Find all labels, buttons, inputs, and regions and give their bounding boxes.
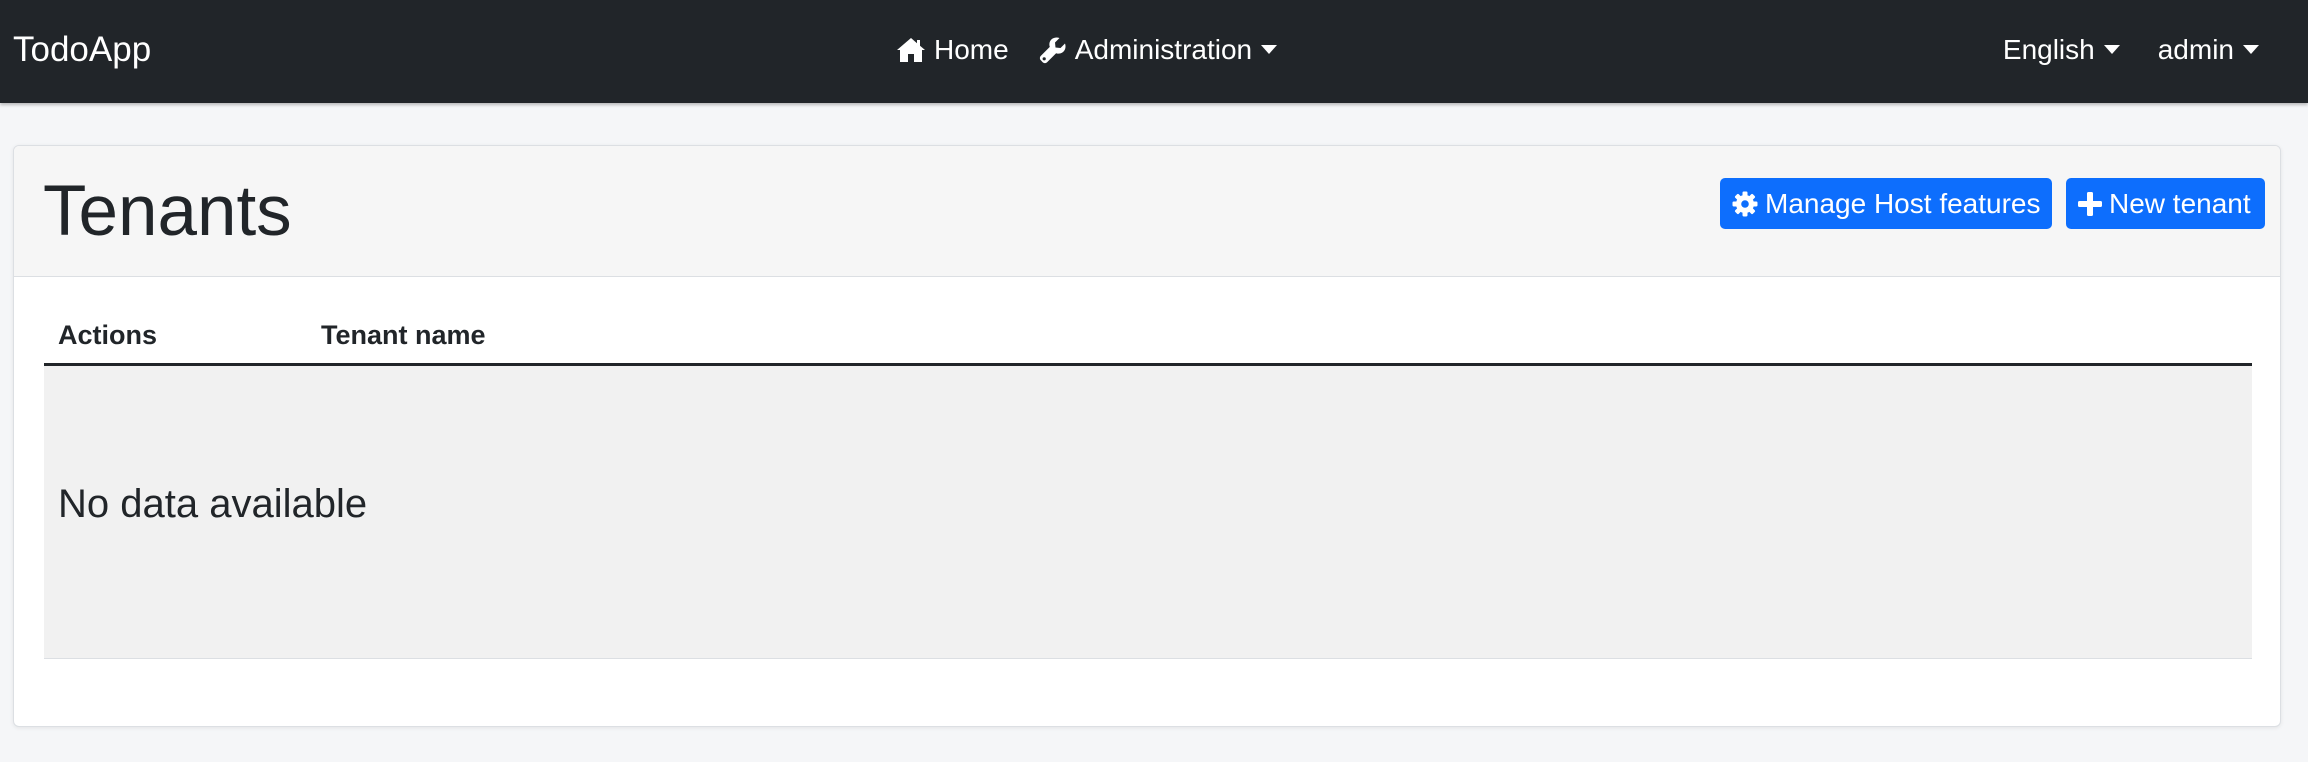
- gear-icon: [1732, 191, 1758, 217]
- manage-host-features-label: Manage Host features: [1765, 187, 2041, 219]
- nav-administration-label: Administration: [1074, 34, 1253, 65]
- chevron-down-icon: [1261, 44, 1278, 54]
- new-tenant-button[interactable]: New tenant: [2066, 178, 2265, 229]
- chevron-down-icon: [2103, 44, 2120, 54]
- nav-home-link[interactable]: Home: [896, 34, 1009, 66]
- user-label: admin: [2157, 34, 2234, 65]
- empty-table-row: No data available: [44, 366, 2252, 659]
- tenants-card: Tenants Manage Host features New tenant …: [13, 145, 2281, 727]
- empty-message: No data available: [58, 482, 368, 526]
- user-menu-dropdown[interactable]: admin: [2158, 34, 2259, 66]
- plus-icon: [2078, 191, 2102, 216]
- wrench-icon: [1039, 36, 1067, 64]
- user-nav: English admin: [2003, 0, 2259, 100]
- language-label: English: [2002, 34, 2095, 65]
- column-header-tenant-name[interactable]: Tenant name: [321, 320, 486, 351]
- card-header: Tenants Manage Host features New tenant: [14, 146, 2280, 277]
- nav-home-label: Home: [934, 34, 1009, 65]
- table-header: Actions Tenant name: [44, 302, 2252, 366]
- language-dropdown[interactable]: English: [2003, 34, 2120, 66]
- new-tenant-label: New tenant: [2109, 187, 2251, 219]
- home-icon: [896, 37, 926, 63]
- brand-link[interactable]: TodoApp: [13, 0, 151, 100]
- chevron-down-icon: [2243, 44, 2259, 54]
- column-header-actions[interactable]: Actions: [58, 320, 157, 351]
- top-navbar: TodoApp Home Administration English admi…: [0, 0, 2308, 103]
- manage-host-features-button[interactable]: Manage Host features: [1720, 178, 2052, 229]
- nav-administration-dropdown[interactable]: Administration: [1039, 34, 1278, 66]
- tenants-table: Actions Tenant name No data available: [44, 302, 2252, 659]
- main-nav: Home Administration: [896, 0, 1278, 100]
- page-title: Tenants: [43, 172, 292, 251]
